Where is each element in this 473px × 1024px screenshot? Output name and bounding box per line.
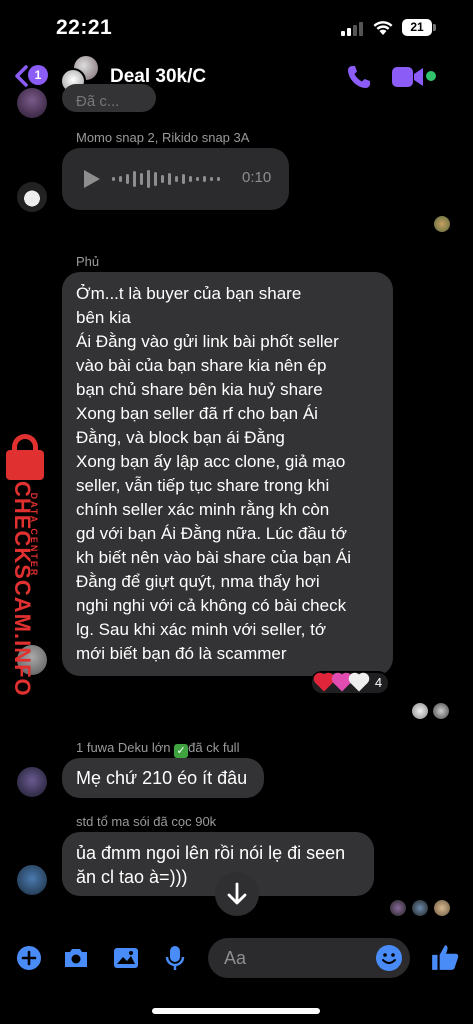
message-sender: Momo snap 2, Rikido snap 3A — [76, 130, 250, 145]
composer-bar — [0, 930, 473, 988]
seen-avatar — [434, 900, 450, 916]
voice-duration: 0:10 — [242, 169, 272, 186]
message-list[interactable]: Đã c... Momo snap 2, Rikido snap 3A 0:10… — [0, 84, 473, 930]
avatar[interactable] — [17, 865, 47, 895]
message-text-line: Đằng, và block bạn ái Đằng — [76, 428, 285, 447]
message-text-line: vào bài của bạn share kia nên ép — [76, 356, 327, 375]
battery-icon: 21 — [402, 19, 432, 36]
message-text: Đã c... — [76, 93, 120, 110]
voice-message[interactable]: 0:10 — [62, 148, 289, 210]
message-text-line: lg. Sau khi xác minh với seller, tớ — [76, 620, 327, 639]
message-text-line: Xong bạn seller đã rf cho bạn Ái — [76, 404, 318, 423]
message-bubble[interactable]: Ởm...t là buyer của bạn share bên kia Ái Đ… — [62, 272, 393, 676]
sender-suffix: đã ck full — [188, 740, 240, 755]
wifi-icon — [373, 21, 393, 35]
reaction-bar[interactable]: 4 — [310, 671, 390, 695]
message-text-line: Xong bạn ấy lập acc clone, giả mạo — [76, 452, 346, 471]
status-bar: 22:21 21 — [0, 0, 473, 56]
message-text: Ởm...t là buyer của bạn share bên kia Ái Đ… — [76, 282, 379, 666]
message-text-line: seller, vẫn tiếp tục share trong khi — [76, 476, 330, 495]
thumbs-up-icon[interactable] — [430, 942, 460, 972]
reaction-count: 4 — [374, 675, 383, 690]
white-heart-icon — [350, 674, 368, 692]
message-text-line: nghi nghi với cả không có bài check — [76, 596, 347, 615]
message-text-line: bên kia — [76, 308, 131, 327]
emoji-icon[interactable] — [376, 945, 402, 971]
seen-avatar — [390, 900, 406, 916]
online-status-dot — [426, 71, 436, 81]
message-text-line: Ởm...t là buyer của bạn share — [76, 284, 302, 303]
message-input[interactable] — [224, 946, 364, 970]
seen-avatar — [412, 703, 428, 719]
message-text: Mẹ chứ 210 éo ít đâu — [76, 768, 248, 788]
check-icon: ✓ — [174, 744, 189, 758]
red-heart-icon — [315, 674, 333, 692]
avatar[interactable] — [17, 88, 47, 118]
watermark-brand: CHECKSCAM.INFO — [10, 481, 35, 697]
avatar[interactable] — [17, 767, 47, 797]
message-input-box[interactable] — [208, 938, 410, 978]
watermark: DATA CENTER CHECKSCAM.INFO — [0, 430, 55, 697]
message-text-line: kh biết nên vào bài share của bạn Ái — [76, 548, 352, 567]
message-sender: Phủ — [76, 254, 100, 269]
microphone-icon[interactable] — [161, 944, 189, 972]
message-text-line: Đằng để giựt quýt, nma thấy hơi — [76, 572, 320, 591]
gallery-icon[interactable] — [112, 944, 140, 972]
message-text-line: mới biết bạn đó là scammer — [76, 644, 287, 663]
home-indicator — [152, 1008, 320, 1014]
video-call-icon[interactable] — [392, 66, 424, 88]
seen-avatar — [412, 900, 428, 916]
waveform — [112, 168, 252, 190]
avatar[interactable] — [17, 182, 47, 212]
message-sender: 1 fuwa Deku lớn ✓ đã ck full — [76, 740, 239, 758]
smiley-face-icon — [382, 953, 396, 964]
message-bubble[interactable]: Mẹ chứ 210 éo ít đâu — [62, 758, 264, 798]
battery-cap — [433, 24, 436, 31]
message-text-line: Ái Đằng vào gửi link bài phốt seller — [76, 332, 339, 351]
plus-icon[interactable] — [15, 944, 43, 972]
message-text-line: chính seller xác minh rằng kh còn — [76, 500, 330, 519]
message-text-line: gd với bạn Ái Đằng nữa. Lúc đầu tớ — [76, 524, 347, 543]
unread-count-badge[interactable]: 1 — [28, 65, 48, 85]
cellular-signal-icon — [341, 22, 365, 36]
message-text-line: ủa đmm ngoi lên rồi nói lẹ đi seen — [76, 843, 346, 863]
scroll-to-bottom-button[interactable] — [215, 872, 259, 916]
seen-avatar — [433, 703, 449, 719]
play-icon[interactable] — [84, 170, 100, 188]
sender-prefix: 1 fuwa Deku lớn — [76, 740, 171, 755]
phone-call-icon[interactable] — [346, 64, 372, 90]
arrow-down-icon — [227, 882, 247, 905]
status-time: 22:21 — [56, 16, 113, 39]
seen-avatar — [434, 216, 450, 232]
message-sender: std tổ ma sói đã cọc 90k — [76, 814, 217, 829]
message-text-line: bạn chủ share bên kia huỷ share — [76, 380, 323, 399]
message-bubble[interactable]: Đã c... — [62, 84, 156, 112]
camera-icon[interactable] — [62, 944, 90, 972]
